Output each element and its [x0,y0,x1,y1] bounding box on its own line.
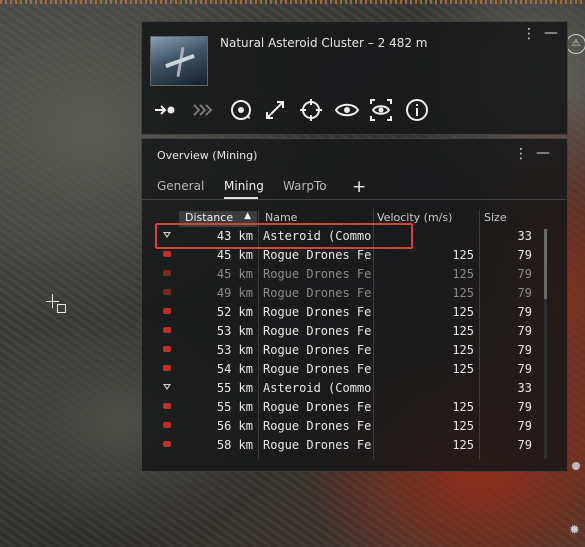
cell-name: Rogue Drones Fer [263,400,373,414]
hostile-drone-icon [163,403,171,409]
asteroid-icon [163,384,171,390]
panel-menu-icon[interactable]: ⋮ [522,26,536,42]
hostile-drone-icon [163,346,171,352]
cell-distance: 58 km [216,438,253,452]
selected-item-panel: Natural Asteroid Cluster – 2 482 m ⋮ — [141,21,568,135]
cell-distance: 54 km [216,362,253,376]
selected-item-thumbnail [150,36,208,86]
table-row[interactable]: 53 km Rogue Drones Fer 125 79 [142,322,567,341]
cell-velocity: 125 [452,438,474,452]
show-info-icon[interactable] [404,98,430,122]
hostile-drone-icon [163,308,171,314]
hostile-drone-icon [163,365,171,371]
tab-mining[interactable]: Mining [224,179,264,193]
cell-distance: 53 km [216,343,253,357]
tab-general[interactable]: General [157,179,204,193]
cell-size: 79 [517,419,532,433]
camera-view-icon[interactable] [368,98,394,122]
cell-name: Rogue Drones Fer [263,324,373,338]
cell-name: Rogue Drones Fer [263,343,373,357]
keep-at-range-icon[interactable] [262,98,288,122]
cell-size: 33 [517,229,532,243]
cell-distance: 56 km [216,419,253,433]
selected-item-title: Natural Asteroid Cluster – 2 482 m [220,36,428,50]
mouse-cursor-icon [46,294,66,314]
cell-size: 79 [517,438,532,452]
cell-name: Rogue Drones Fer [263,419,373,433]
column-header-size[interactable]: Size [484,211,507,227]
table-row[interactable]: 55 km Rogue Drones Fer 125 79 [142,398,567,417]
cell-velocity: 125 [452,400,474,414]
cell-name: Rogue Drones Fer [263,362,373,376]
cell-name: Rogue Drones Fer [263,286,373,300]
overview-panel: Overview (Mining) ⋮ — General Mining War… [141,138,568,472]
table-row[interactable]: 54 km Rogue Drones Fer 125 79 [142,360,567,379]
tab-warpto[interactable]: WarpTo [283,179,327,193]
cell-name: Rogue Drones Fer [263,267,373,281]
cell-velocity: 125 [452,343,474,357]
cell-distance: 55 km [216,381,253,395]
approach-icon[interactable] [152,98,178,122]
hostile-drone-icon [163,251,171,257]
table-row[interactable]: 49 km Rogue Drones Fer 125 79 [142,284,567,303]
cell-velocity: 125 [452,248,474,262]
cell-size: 79 [517,362,532,376]
neocom-alert-icon[interactable]: ⚠ [566,34,585,54]
cell-velocity: 125 [452,267,474,281]
cell-distance: 45 km [216,267,253,281]
sort-ascending-icon: ▲ [244,211,251,221]
top-border-dots [0,0,585,4]
cell-distance: 55 km [216,400,253,414]
table-row[interactable]: 53 km Rogue Drones Fer 125 79 [142,341,567,360]
tab-divider [142,199,567,200]
status-dot-icon [572,462,580,470]
cell-size: 79 [517,248,532,262]
hostile-drone-icon [163,441,171,447]
cell-size: 79 [517,286,532,300]
cell-name: Rogue Drones Fer [263,438,373,452]
cell-size: 79 [517,324,532,338]
hostile-drone-icon [163,422,171,428]
overview-scrollbar-thumb[interactable] [544,229,547,299]
look-at-icon[interactable] [334,98,360,122]
cell-size: 79 [517,400,532,414]
table-row[interactable]: 45 km Rogue Drones Fer 125 79 [142,265,567,284]
orbit-icon[interactable] [228,98,254,122]
minimize-icon[interactable]: — [544,25,558,41]
cell-size: 79 [517,267,532,281]
cell-velocity: 125 [452,324,474,338]
table-row[interactable]: 55 km Asteroid (Commo 33 [142,379,567,398]
cell-velocity: 125 [452,362,474,376]
settings-gear-icon[interactable]: ✹ [569,523,580,538]
hostile-drone-icon [163,270,171,276]
warp-icon[interactable] [190,98,216,122]
cell-distance: 45 km [216,248,253,262]
lock-target-icon[interactable] [298,98,324,122]
table-row[interactable]: 52 km Rogue Drones Fer 125 79 [142,303,567,322]
overview-title: Overview (Mining) [157,149,258,162]
cell-size: 33 [517,381,532,395]
cell-size: 79 [517,305,532,319]
cell-velocity: 125 [452,286,474,300]
highlight-box [155,223,413,249]
table-row[interactable]: 56 km Rogue Drones Fer 125 79 [142,417,567,436]
cell-velocity: 125 [452,419,474,433]
cell-size: 79 [517,343,532,357]
cell-distance: 52 km [216,305,253,319]
cell-name: Rogue Drones Fer [263,305,373,319]
cell-distance: 49 km [216,286,253,300]
hostile-drone-icon [163,327,171,333]
cell-name: Asteroid (Commo [263,381,372,395]
overview-minimize-icon[interactable]: — [536,145,550,161]
add-tab-icon[interactable]: + [352,177,366,197]
cell-name: Rogue Drones Fer [263,248,373,262]
table-row[interactable]: 58 km Rogue Drones Fer 125 79 [142,436,567,455]
overview-menu-icon[interactable]: ⋮ [514,146,528,162]
cell-velocity: 125 [452,305,474,319]
hostile-drone-icon [163,289,171,295]
cell-distance: 53 km [216,324,253,338]
